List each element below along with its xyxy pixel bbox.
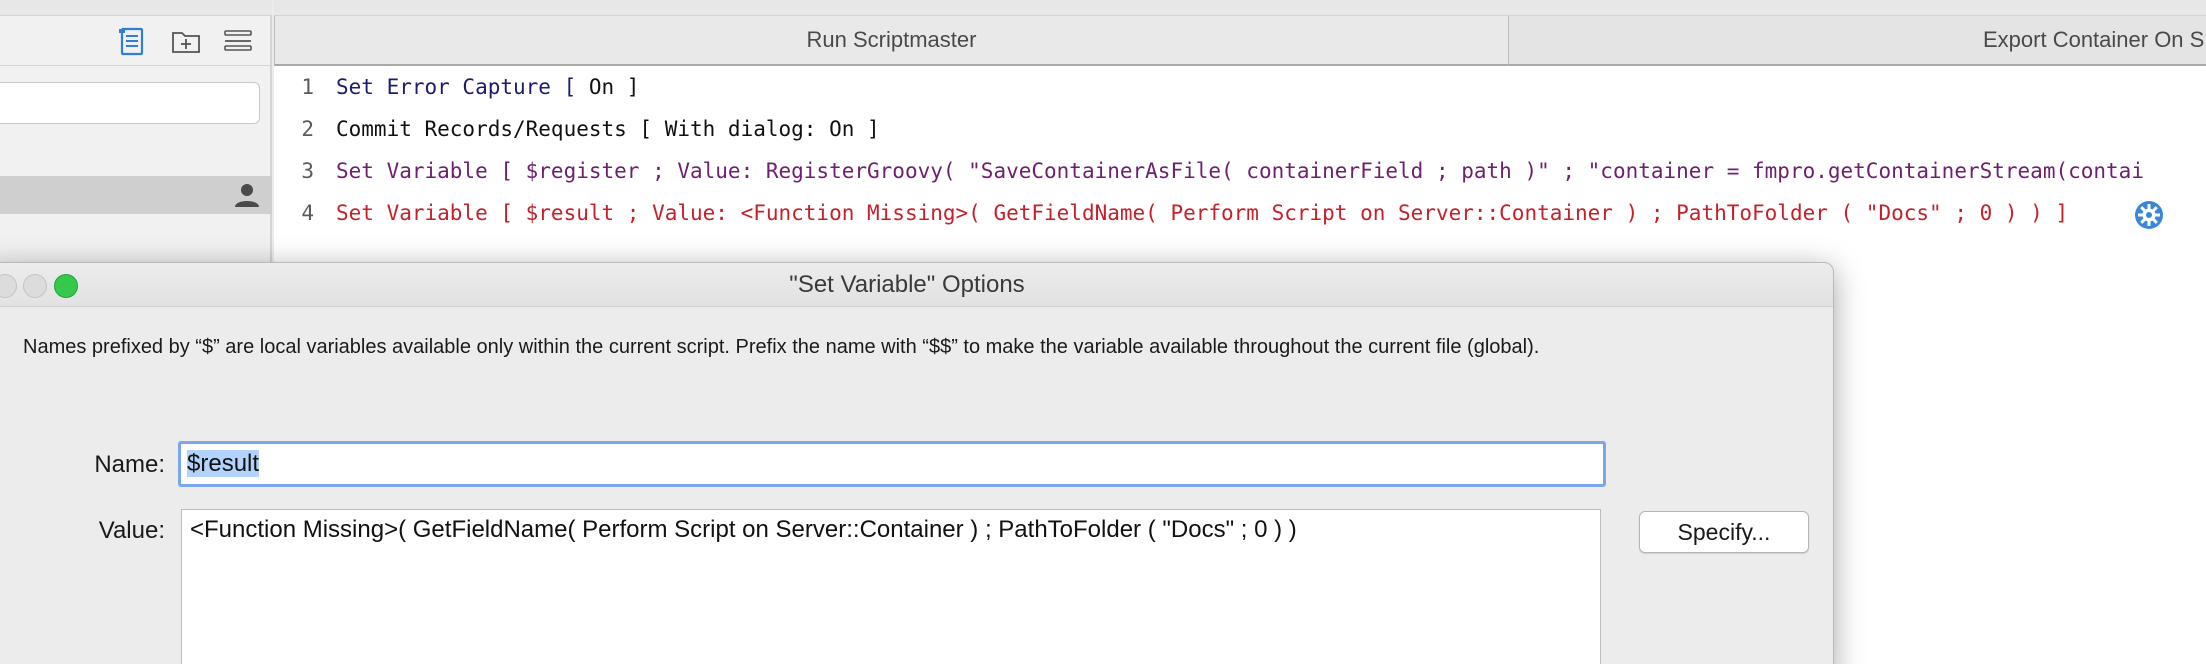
selected-script-row[interactable] [0, 176, 272, 214]
tab-run-scriptmaster[interactable]: Run Scriptmaster [274, 16, 1508, 66]
new-folder-icon[interactable] [170, 25, 202, 57]
variable-name-field[interactable]: $result [178, 441, 1606, 487]
script-list-icon[interactable] [116, 25, 148, 57]
line-number: 3 [301, 159, 314, 183]
script-step-text: On ] [588, 75, 640, 99]
script-line-4[interactable]: 4 Set Variable [ $result ; Value: <Functi… [274, 192, 2206, 234]
tab-export-container[interactable]: Export Container On S [1508, 16, 2206, 66]
dialog-title-bar[interactable]: "Set Variable" Options [0, 263, 1833, 307]
line-number: 2 [301, 117, 314, 141]
script-step-text: Set Variable [ $result ; Value: <Functio… [336, 201, 2069, 225]
dialog-title: "Set Variable" Options [789, 271, 1025, 298]
script-line-1[interactable]: 1 Set Error Capture [ On ] [274, 66, 2206, 108]
line-number: 1 [301, 75, 314, 99]
sidebar-toolbar [0, 16, 272, 66]
menu-lines-icon[interactable] [222, 25, 254, 57]
script-line-3[interactable]: 3 Set Variable [ $register ; Value: Regis… [274, 150, 2206, 192]
specify-button[interactable]: Specify... [1639, 511, 1809, 553]
set-variable-options-dialog: "Set Variable" Options Names prefixed by… [0, 262, 1834, 664]
window-top-strip [274, 0, 2206, 16]
script-step-text: Set Variable [ $register ; Value: Regist… [336, 159, 2144, 183]
dialog-description: Names prefixed by “$” are local variable… [23, 336, 1540, 358]
gear-icon[interactable] [2134, 200, 2164, 230]
person-icon [235, 184, 259, 207]
sidebar-top-strip [0, 0, 272, 16]
script-step-text: Commit Records/Requests [ With dialog: O… [336, 117, 880, 141]
name-field-text: $result [187, 450, 260, 477]
variable-value-field[interactable]: <Function Missing>( GetFieldName( Perfor… [181, 509, 1601, 664]
script-step-text: Set Error Capture [ [336, 75, 589, 99]
script-line-2[interactable]: 2 Commit Records/Requests [ With dialog: … [274, 108, 2206, 150]
value-label: Value: [98, 517, 165, 544]
name-label: Name: [94, 451, 165, 478]
script-search-input[interactable] [0, 82, 260, 124]
line-number: 4 [301, 201, 314, 225]
